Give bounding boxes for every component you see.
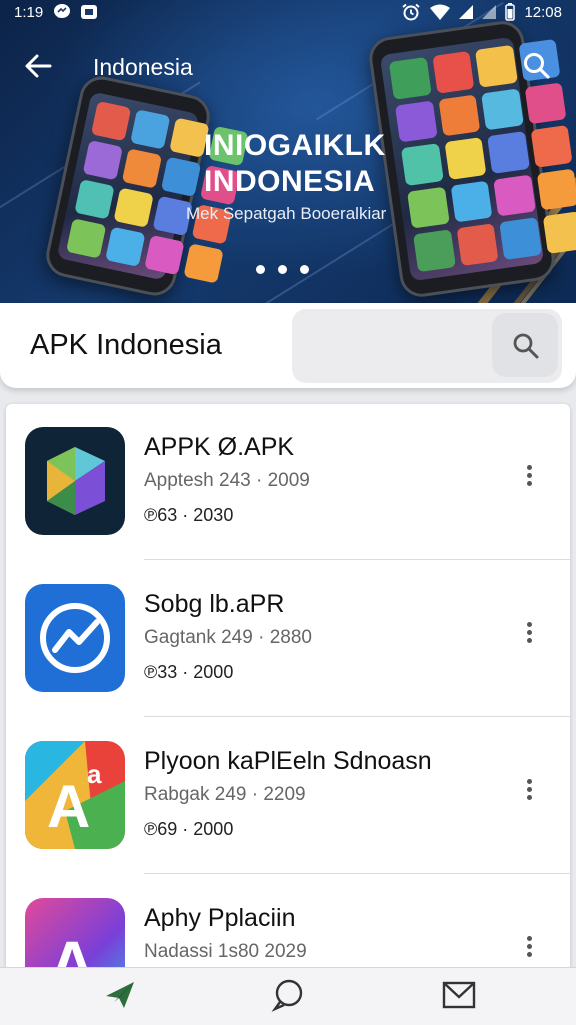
wifi-icon (430, 4, 451, 20)
letter-a-colorful-icon: A a (25, 741, 125, 849)
hero-banner[interactable]: INIOGAIKLK INDONESIA Mek Sepatgah Booera… (0, 0, 576, 303)
row-divider (144, 716, 570, 717)
search-card: APK Indonesia (0, 303, 576, 388)
gallery-notification-icon (81, 5, 98, 19)
app-name: APPK Ø.APK (144, 433, 295, 461)
search-card-title: APK Indonesia (30, 329, 222, 361)
app-stats: ℗63 · 2030 (144, 505, 234, 525)
app-name: Aphy Pplaciin (144, 904, 296, 932)
nav-tab-mail[interactable] (404, 968, 514, 1025)
app-stats: ℗69 · 2000 (144, 819, 234, 839)
row-divider (144, 559, 570, 560)
more-options-button[interactable] (516, 619, 542, 649)
app-meta: Nadassi 1s80 2029 (144, 941, 307, 962)
more-options-button[interactable] (516, 776, 542, 806)
search-icon (513, 333, 539, 359)
hero-brand-title: INIOGAIKLK INDONESIA (204, 128, 386, 200)
signal-strength-secondary-icon (482, 5, 497, 19)
more-options-button[interactable] (516, 933, 542, 963)
more-options-button[interactable] (516, 462, 542, 492)
status-time: 1:19 (14, 3, 44, 21)
alarm-icon (402, 3, 421, 21)
app-list-item[interactable]: Sobg lb.aPR Gagtank 249 · 2880 ℗33 · 200… (6, 561, 570, 717)
status-bar: 1:19 12:08 (0, 0, 576, 26)
carousel-dot[interactable] (256, 265, 265, 274)
app-meta: Gagtank 249 · 2880 (144, 627, 312, 648)
bottom-navigation (0, 967, 576, 1025)
play-prism-icon (25, 427, 125, 535)
status-clock: 12:08 (524, 3, 562, 21)
nav-tab-home[interactable] (65, 968, 175, 1025)
send-leaf-icon (106, 982, 134, 1008)
hero-brand-line2: INDONESIA (204, 165, 376, 198)
app-name: Plyoon kaPlEeln Sdnoasn (144, 747, 432, 775)
carousel-indicator[interactable] (256, 265, 309, 274)
page-title: Indonesia (93, 54, 193, 80)
phone-illustration-left (42, 72, 249, 300)
hero-brand-line1: INIOGAIKLK (204, 129, 386, 162)
app-list-item[interactable]: A a Plyoon kaPlEeln Sdnoasn Rabgak 249 ·… (6, 718, 570, 874)
back-button[interactable] (22, 50, 56, 84)
svg-text:a: a (87, 759, 102, 789)
arrow-left-icon (25, 54, 52, 78)
app-list-item[interactable]: APPK Ø.APK Apptesh 243 · 2009 ℗63 · 2030 (6, 404, 570, 560)
trend-circle-icon (25, 584, 125, 692)
app-meta: Apptesh 243 · 2009 (144, 470, 310, 491)
svg-text:A: A (47, 773, 90, 840)
chat-bubble-icon (271, 979, 303, 1012)
app-name: Sobg lb.aPR (144, 590, 285, 618)
hero-subtitle: Mek Sepatgah Booeralkiar (186, 204, 387, 223)
mail-icon (442, 981, 476, 1009)
app-stats: ℗33 · 2000 (144, 662, 234, 682)
search-icon (524, 53, 550, 79)
search-submit-button[interactable] (492, 313, 558, 377)
carousel-dot[interactable] (278, 265, 287, 274)
battery-icon (505, 3, 516, 21)
carousel-dot[interactable] (300, 265, 309, 274)
search-button[interactable] (520, 50, 554, 84)
app-meta: Rabgak 249 · 2209 (144, 784, 306, 805)
signal-strength-icon (459, 5, 474, 19)
messenger-notification-icon (54, 4, 71, 18)
nav-tab-chat[interactable] (233, 968, 343, 1025)
app-list: APPK Ø.APK Apptesh 243 · 2009 ℗63 · 2030… (6, 404, 570, 1024)
row-divider (144, 873, 570, 874)
